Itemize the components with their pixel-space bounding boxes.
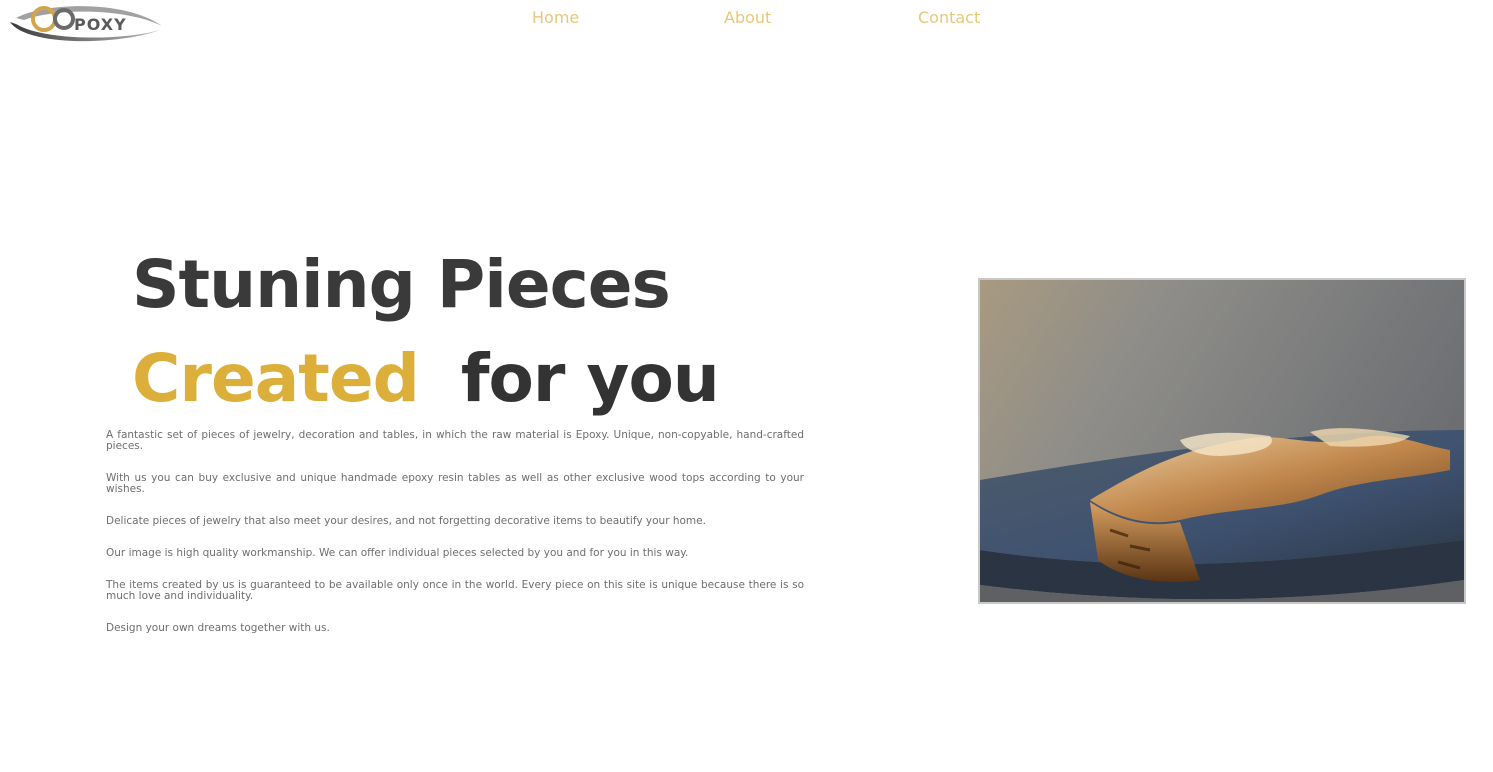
hero-paragraph: With us you can buy exclusive and unique… [106, 472, 804, 495]
epoxy-table-photo [978, 278, 1466, 604]
hero-paragraph: A fantastic set of pieces of jewelry, de… [106, 429, 804, 452]
hero-headline-line1: Stuning Pieces [132, 246, 671, 323]
hero-description: A fantastic set of pieces of jewelry, de… [106, 430, 804, 655]
nav-about-link[interactable]: About [724, 8, 771, 27]
nav-contact-link[interactable]: Contact [918, 8, 980, 27]
hero-paragraph: Design your own dreams together with us. [106, 622, 330, 634]
hero-headline-accent: Created [132, 340, 420, 417]
hero-headline-rest: for you [460, 340, 720, 417]
hero-paragraph: Our image is high quality workmanship. W… [106, 547, 689, 559]
hero-headline-line2: Created for you [132, 346, 720, 412]
hero-paragraph: Delicate pieces of jewelry that also mee… [106, 515, 706, 527]
hero-paragraph: The items created by us is guaranteed to… [106, 579, 804, 602]
main-nav: Home About Contact [0, 8, 1493, 28]
page: POXY Home About Contact Stuning Pieces C… [0, 0, 1493, 772]
nav-home-link[interactable]: Home [532, 8, 579, 27]
